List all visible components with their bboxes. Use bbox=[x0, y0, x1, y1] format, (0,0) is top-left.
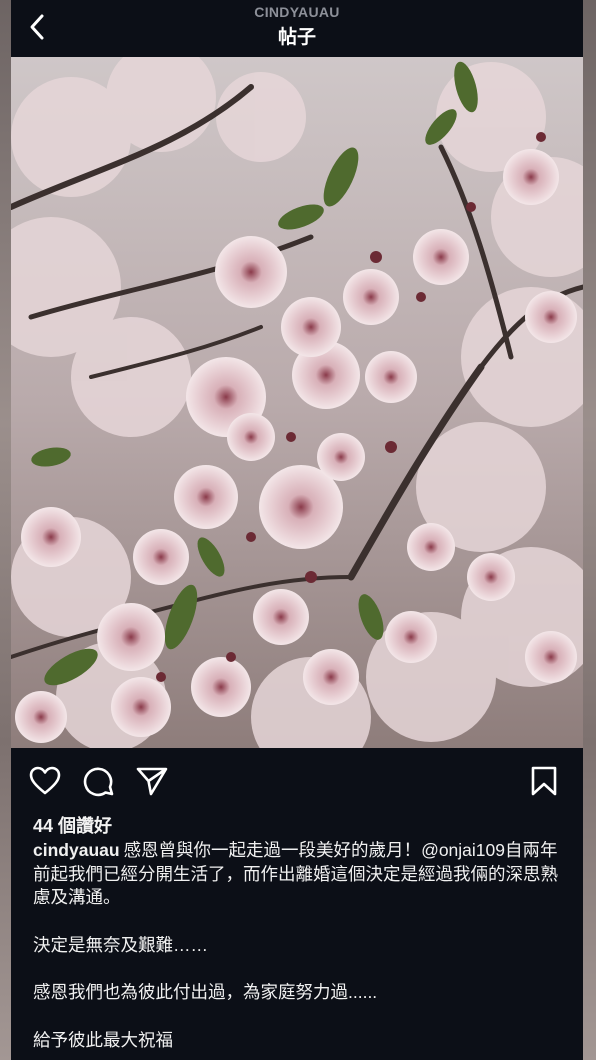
share-button[interactable] bbox=[136, 765, 168, 797]
caption-line-5: 給予彼此最大祝福 bbox=[33, 1029, 173, 1050]
post-screen: CINDYAUAU 帖子 44 個讚好 cindyauau 感恩曾與你一起走過一… bbox=[11, 0, 583, 1060]
heart-icon bbox=[29, 766, 61, 795]
post-image[interactable] bbox=[11, 57, 583, 748]
background-edge-left bbox=[0, 0, 11, 1060]
caption-first-paragraph: cindyauau 感恩曾與你一起走過一段美好的歲月！@onjai109自兩年前起… bbox=[33, 839, 568, 910]
caption-mention[interactable]: @onjai109 bbox=[421, 840, 505, 860]
caption-line-3: 決定是無奈及艱難…… bbox=[33, 934, 208, 955]
comment-icon bbox=[83, 767, 114, 797]
send-icon bbox=[136, 767, 168, 796]
page-title: 帖子 bbox=[277, 27, 316, 48]
caption-author[interactable]: cindyauau bbox=[33, 840, 120, 860]
caption-line-4: 感恩我們也為彼此付出過，為家庭努力過...... bbox=[33, 982, 378, 1002]
comment-button[interactable] bbox=[83, 765, 115, 797]
header-username[interactable]: CINDYAUAU bbox=[11, 4, 583, 20]
post-caption: cindyauau 感恩曾與你一起走過一段美好的歲月！@onjai109自兩年前起… bbox=[33, 839, 568, 1052]
top-bar: CINDYAUAU 帖子 bbox=[11, 0, 583, 57]
cherry-blossom-image bbox=[11, 57, 583, 748]
post-action-bar bbox=[11, 760, 583, 802]
caption-line-1: 感恩曾與你一起走過一段美好的歲月！ bbox=[123, 840, 422, 860]
background-edge-right bbox=[583, 0, 596, 1060]
likes-count[interactable]: 44 個讚好 bbox=[33, 812, 112, 838]
bookmark-icon bbox=[531, 766, 557, 796]
save-button[interactable] bbox=[528, 765, 560, 797]
like-button[interactable] bbox=[29, 765, 61, 797]
